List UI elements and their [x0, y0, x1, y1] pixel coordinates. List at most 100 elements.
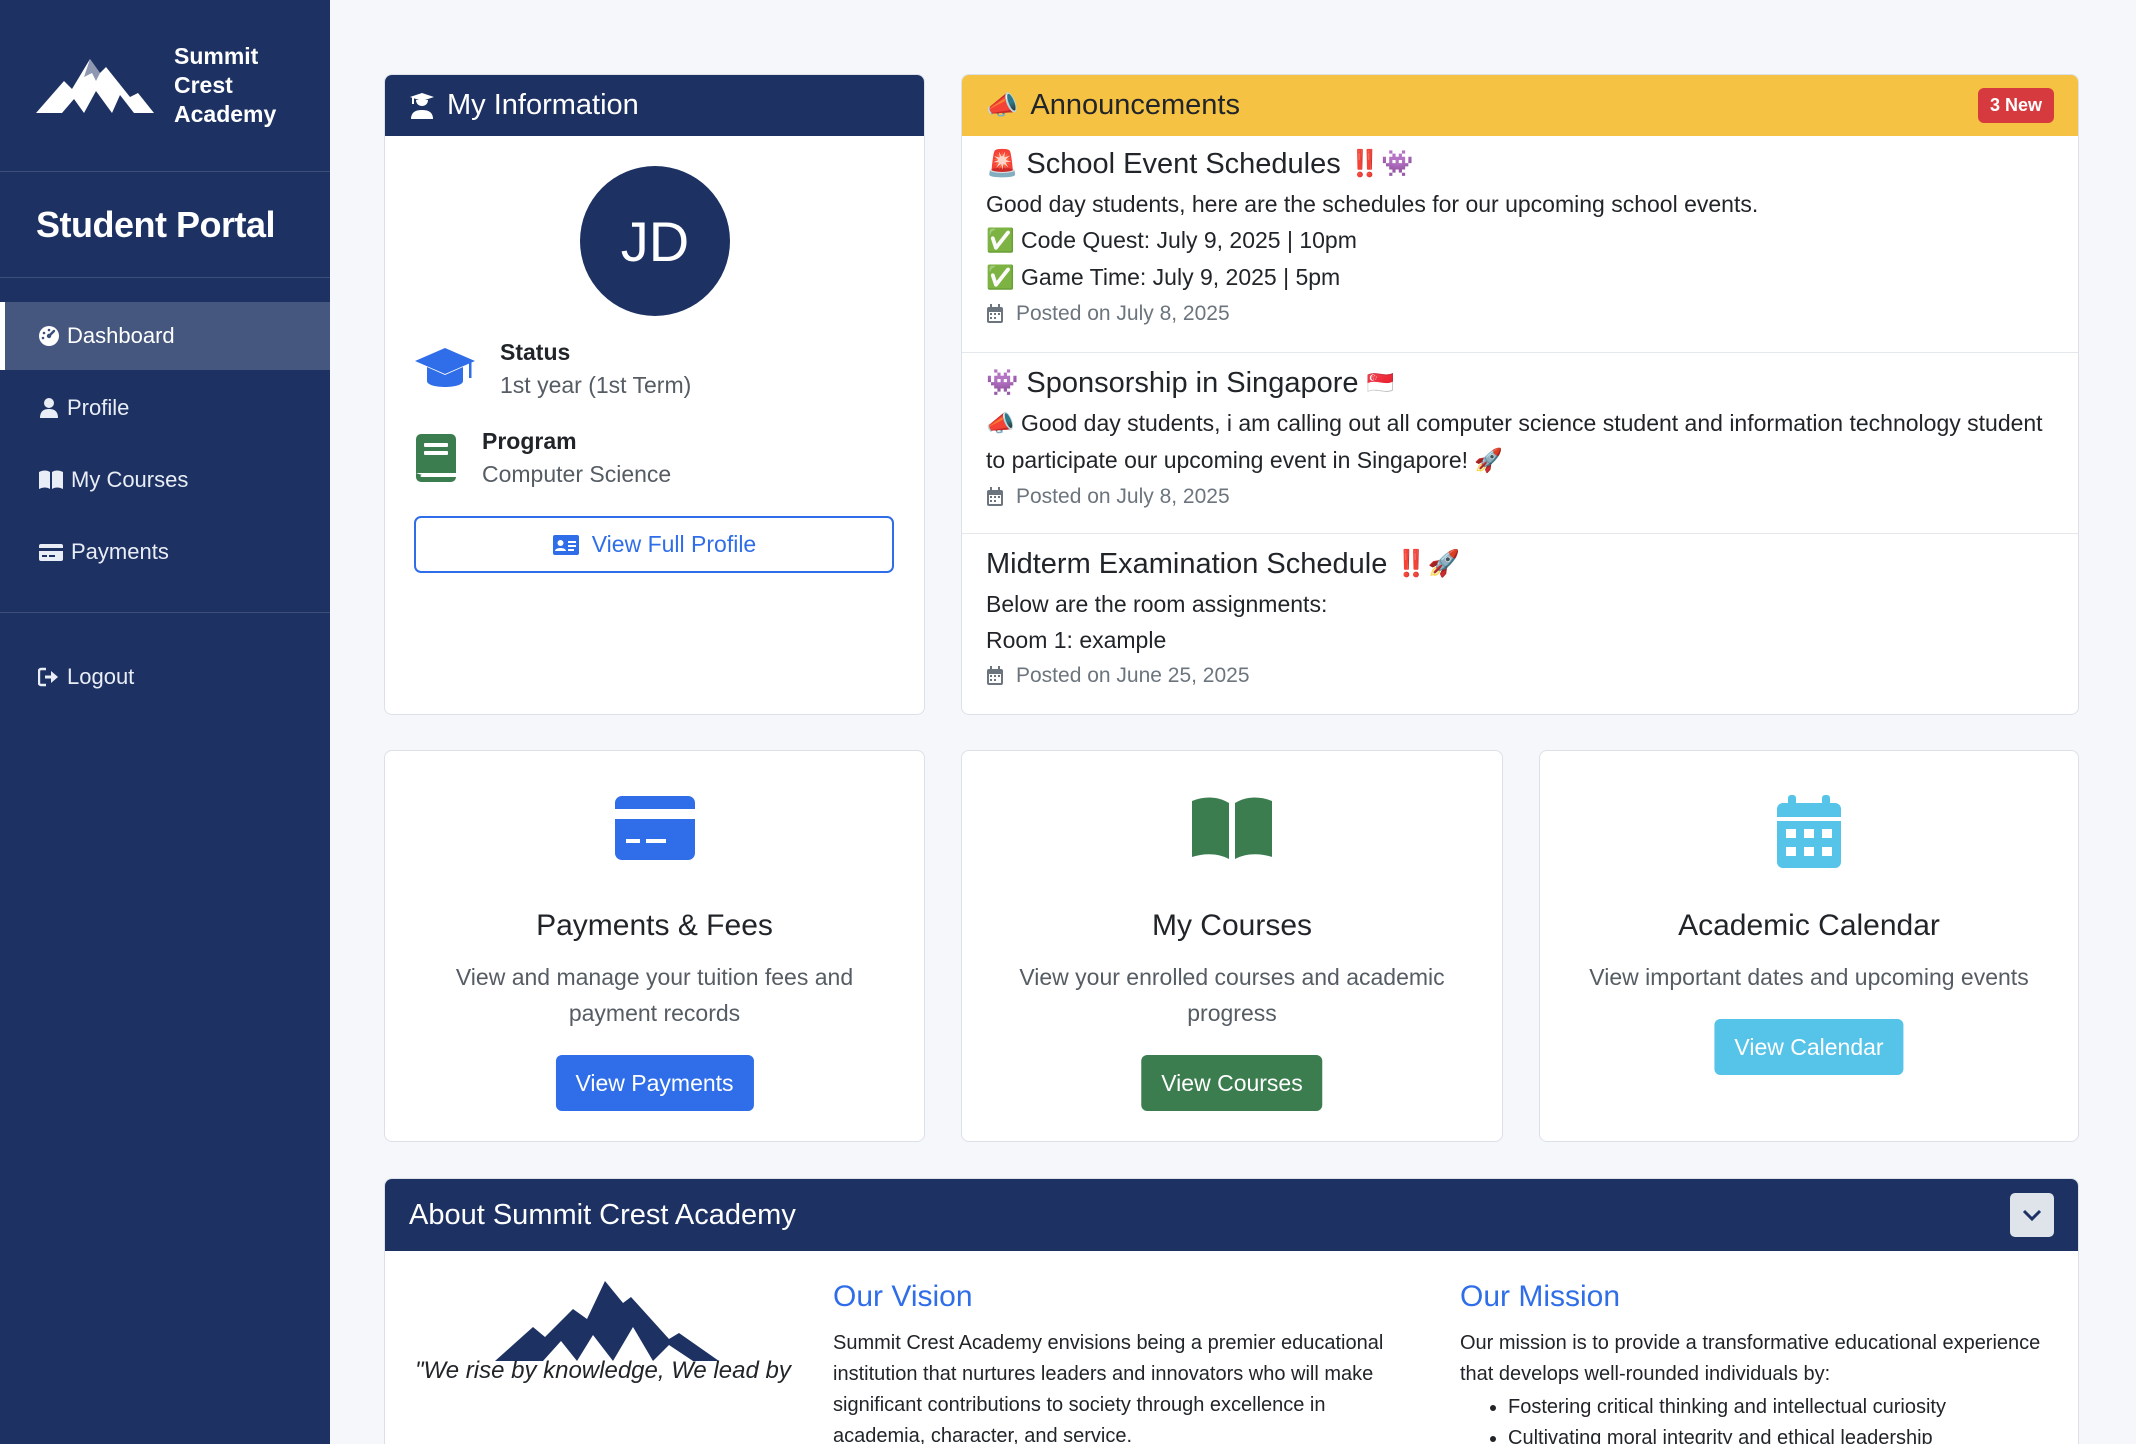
mission-point: Fostering critical thinking and intellec…	[1508, 1392, 2050, 1423]
program-label: Program	[482, 428, 577, 454]
status-label: Status	[500, 339, 571, 365]
academic-calendar-card: Academic Calendar View important dates a…	[1539, 750, 2079, 1142]
my-courses-card: My Courses View your enrolled courses an…	[961, 750, 1503, 1142]
sidebar-item-label: Payments	[71, 539, 169, 564]
new-count-badge: 3 New	[1977, 88, 2054, 123]
announcement-title: Midterm Examination Schedule ‼️🚀	[986, 544, 2078, 584]
my-information-title: My Information	[447, 89, 639, 121]
announcement-body: Below are the room assignments: Room 1: …	[986, 586, 2078, 658]
sidebar-divider	[0, 612, 330, 613]
vision-text: Summit Crest Academy envisions being a p…	[833, 1332, 1384, 1444]
open-book-icon	[962, 795, 1502, 861]
calendar-icon	[1540, 795, 2078, 869]
my-information-card: My Information JD Status 1st year (1st T…	[384, 74, 925, 715]
card-title: My Courses	[1151, 909, 1313, 942]
brand-name: Summit Crest Academy	[174, 43, 277, 127]
announcement-body-text: Below are the room assignments:	[986, 591, 1328, 617]
id-card-icon	[552, 534, 580, 556]
mountain-logo-icon	[495, 1281, 719, 1361]
sidebar-item-label: Dashboard	[67, 323, 175, 348]
announcement-item[interactable]: 👾 Sponsorship in Singapore 🇸🇬 📣 Good day…	[962, 353, 2078, 534]
payments-fees-card: Payments & Fees View and manage your tui…	[384, 750, 925, 1142]
sidebar-item-profile[interactable]: Profile	[0, 374, 330, 442]
calendar-icon	[986, 304, 1004, 324]
card-description: View your enrolled courses and academic …	[1019, 964, 1445, 1026]
status-value: 1st year (1st Term)	[500, 372, 692, 398]
announcement-line: Room 1: example	[986, 627, 1167, 653]
announcement-item[interactable]: Midterm Examination Schedule ‼️🚀 Below a…	[962, 534, 2078, 714]
card-description: View and manage your tuition fees and pa…	[455, 964, 854, 1026]
announcement-title-text: Sponsorship in Singapore	[1026, 366, 1359, 399]
logout-link[interactable]: Logout	[0, 643, 330, 711]
siren-icon: 🚨	[986, 149, 1019, 179]
announcement-date: Posted on July 8, 2025	[986, 485, 2078, 509]
announcement-item[interactable]: 🚨 School Event Schedules ‼️👾 Good day st…	[962, 136, 2078, 353]
about-header[interactable]: About Summit Crest Academy	[385, 1179, 2078, 1251]
graduation-cap-icon	[414, 345, 476, 393]
announcement-body-text: Good day students, i am calling out all …	[986, 410, 2043, 473]
posted-date: Posted on July 8, 2025	[1016, 302, 1230, 325]
mission-title: Our Mission	[1460, 1280, 1621, 1313]
card-title: Payments & Fees	[536, 909, 773, 942]
credit-card-icon	[385, 795, 924, 861]
announcements-header: 📣 Announcements 3 New	[962, 75, 2078, 136]
program-row: Program Computer Science	[414, 428, 671, 488]
motto-quote: "We rise by knowledge, We lead by	[415, 1357, 791, 1384]
sidebar-item-label: My Courses	[71, 467, 189, 492]
book-icon	[38, 469, 64, 491]
announcement-date: Posted on July 8, 2025	[986, 302, 2078, 326]
view-payments-button[interactable]: View Payments	[555, 1055, 754, 1111]
mission-section: Our mission is to provide a transformati…	[1460, 1328, 2050, 1444]
vision-title: Our Vision	[833, 1280, 973, 1313]
brand[interactable]: Summit Crest Academy	[0, 0, 330, 172]
user-icon	[38, 397, 60, 419]
status-row: Status 1st year (1st Term)	[414, 339, 691, 399]
mission-list: Fostering critical thinking and intellec…	[1460, 1392, 2050, 1444]
sidebar-item-dashboard[interactable]: Dashboard	[0, 302, 330, 370]
logout-label: Logout	[67, 664, 135, 689]
view-full-profile-label: View Full Profile	[591, 531, 757, 557]
avatar: JD	[580, 166, 730, 316]
check-icon: ✅	[986, 228, 1015, 254]
sidebar-item-payments[interactable]: Payments	[0, 518, 330, 586]
announcements-card: 📣 Announcements 3 New 🚨 School Event Sch…	[961, 74, 2079, 715]
alien-icon: 👾	[986, 368, 1019, 398]
announcements-title: Announcements	[1030, 89, 1240, 121]
logout-icon	[38, 666, 60, 688]
megaphone-icon: 📣	[986, 411, 1015, 437]
view-full-profile-button[interactable]: View Full Profile	[414, 516, 894, 573]
about-card: About Summit Crest Academy "We rise by k…	[384, 1178, 2079, 1444]
megaphone-icon: 📣	[986, 90, 1019, 121]
portal-title: Student Portal	[0, 172, 330, 278]
mountain-logo-icon	[36, 58, 154, 113]
my-information-header: My Information	[385, 75, 924, 136]
card-description: View important dates and upcoming events	[1589, 964, 2029, 990]
card-title: Academic Calendar	[1678, 909, 1940, 942]
announcement-title: 👾 Sponsorship in Singapore 🇸🇬	[986, 363, 2078, 403]
about-title: About Summit Crest Academy	[409, 1198, 796, 1231]
sidebar: Summit Crest Academy Student Portal Dash…	[0, 0, 330, 1444]
chevron-down-icon	[2022, 1209, 2042, 1221]
program-value: Computer Science	[482, 461, 672, 487]
check-icon: ✅	[986, 265, 1015, 291]
calendar-icon	[986, 487, 1004, 507]
mission-point: Cultivating moral integrity and ethical …	[1508, 1423, 2050, 1444]
view-calendar-button[interactable]: View Calendar	[1714, 1019, 1904, 1075]
sidebar-nav: Dashboard Profile My Courses Payments Lo…	[0, 278, 330, 711]
dashboard-icon	[38, 325, 60, 347]
announcement-title-text: School Event Schedules	[1026, 147, 1341, 180]
posted-date: Posted on June 25, 2025	[1016, 664, 1250, 687]
announcement-body: 📣 Good day students, i am calling out al…	[986, 405, 2046, 479]
title-emoji-suffix: ‼️👾	[1348, 149, 1414, 179]
calendar-icon	[986, 666, 1004, 686]
credit-card-icon	[38, 541, 64, 563]
sidebar-item-label: Profile	[67, 395, 130, 420]
view-courses-button[interactable]: View Courses	[1141, 1055, 1323, 1111]
announcement-title-text: Midterm Examination Schedule	[986, 547, 1388, 580]
program-book-icon	[414, 433, 458, 483]
flag-icon: 🇸🇬	[1366, 370, 1394, 396]
sidebar-item-my-courses[interactable]: My Courses	[0, 446, 330, 514]
posted-date: Posted on July 8, 2025	[1016, 485, 1230, 508]
title-emoji-suffix: ‼️🚀	[1395, 549, 1461, 579]
collapse-toggle[interactable]	[2010, 1193, 2054, 1237]
